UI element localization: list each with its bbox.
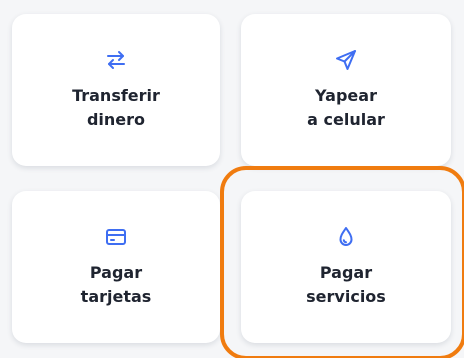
- pay-services-label: Pagar servicios: [306, 263, 386, 306]
- yapear-label: Yapear a celular: [307, 86, 385, 129]
- transfer-money-tile[interactable]: Transferir dinero: [12, 14, 220, 166]
- pay-cards-label: Pagar tarjetas: [80, 263, 152, 306]
- pay-services-tile[interactable]: Pagar servicios: [241, 191, 451, 343]
- paper-plane-icon: [334, 48, 358, 72]
- transfer-arrows-icon: [104, 48, 128, 72]
- card-icon: [104, 225, 128, 249]
- yapear-tile[interactable]: Yapear a celular: [241, 14, 451, 166]
- pay-cards-tile[interactable]: Pagar tarjetas: [12, 191, 220, 343]
- water-drop-icon: [334, 225, 358, 249]
- transfer-money-label: Transferir dinero: [72, 86, 160, 129]
- quick-actions-grid: Transferir dinero Yapear a celular Pagar…: [0, 0, 464, 358]
